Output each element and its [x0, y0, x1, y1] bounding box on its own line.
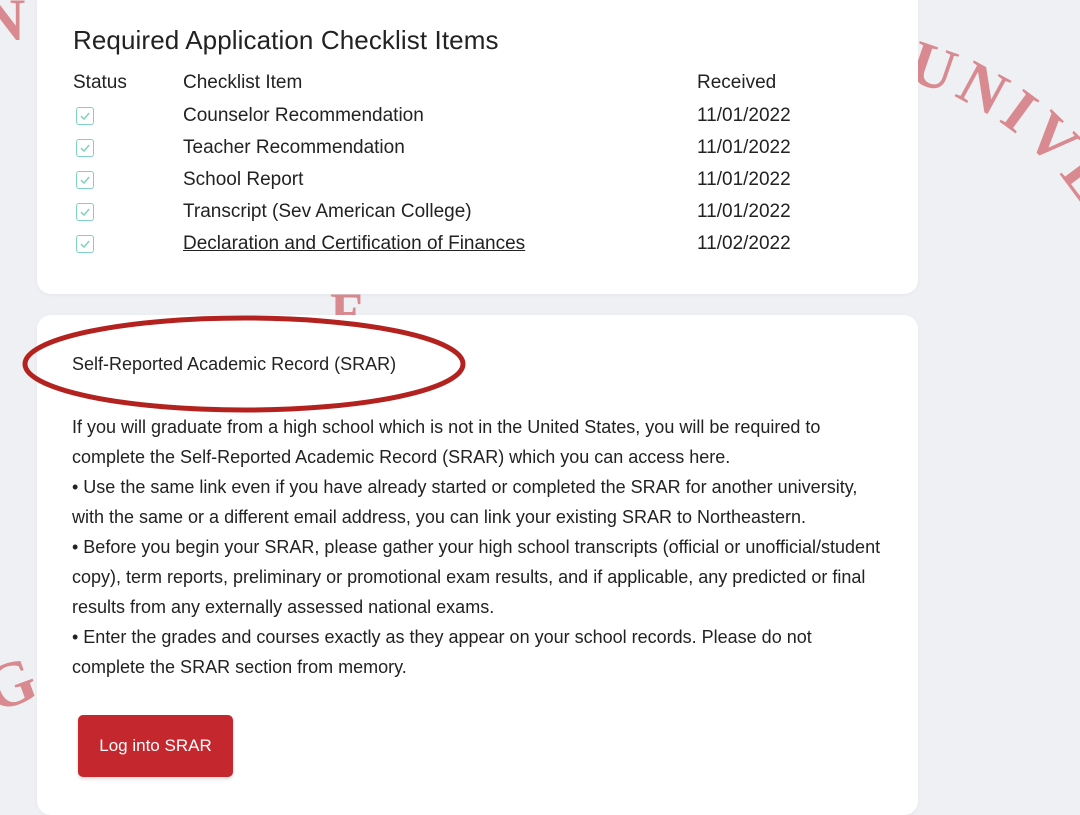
srar-heading: Self-Reported Academic Record (SRAR) — [72, 354, 397, 374]
status-column-header: Status — [73, 72, 127, 93]
received-date: 11/01/2022 — [697, 169, 791, 190]
checkbox-checked-icon — [76, 171, 94, 189]
srar-instructions: If you will graduate from a high school … — [72, 412, 887, 682]
checkbox-checked-icon — [76, 235, 94, 253]
checklist-row: Transcript (Sev American College) 11/01/… — [37, 201, 918, 233]
checklist-item-name: Counselor Recommendation — [183, 105, 424, 126]
checklist-row: School Report 11/01/2022 — [37, 169, 918, 201]
checkbox-checked-icon — [76, 107, 94, 125]
srar-bullet-gather-transcripts: • Before you begin your SRAR, please gat… — [72, 537, 881, 617]
log-into-srar-button[interactable]: Log into SRAR — [78, 715, 233, 777]
received-date: 11/01/2022 — [697, 137, 791, 158]
srar-intro-paragraph: If you will graduate from a high school … — [72, 417, 821, 467]
checklist-title: Required Application Checklist Items — [73, 25, 499, 55]
checklist-item-name: Teacher Recommendation — [183, 137, 405, 158]
srar-bullet-enter-grades: • Enter the grades and courses exactly a… — [72, 627, 812, 677]
checklist-item-name: Transcript (Sev American College) — [183, 201, 472, 222]
checklist-item-name: School Report — [183, 169, 304, 190]
declaration-finances-link[interactable]: Declaration and Certification of Finance… — [183, 233, 525, 255]
srar-bullet-same-link: • Use the same link even if you have alr… — [72, 477, 858, 527]
received-date: 11/02/2022 — [697, 233, 791, 254]
received-date: 11/01/2022 — [697, 201, 791, 222]
srar-card: Self-Reported Academic Record (SRAR) If … — [22, 315, 918, 815]
checkbox-checked-icon — [76, 139, 94, 157]
checklist-row: Counselor Recommendation 11/01/2022 — [37, 105, 918, 137]
received-column-header: Received — [697, 72, 777, 93]
checkbox-checked-icon — [76, 203, 94, 221]
seal-left-top-glyph: N — [0, 0, 25, 53]
seal-arc-text: UNIVERSITY — [901, 28, 1080, 428]
checklist-row: Declaration and Certification of Finance… — [37, 233, 918, 265]
checklist-item-column-header: Checklist Item — [183, 72, 303, 93]
checklist-row: Teacher Recommendation 11/01/2022 — [37, 137, 918, 169]
received-date: 11/01/2022 — [697, 105, 791, 126]
checklist-card: Required Application Checklist Items Sta… — [37, 0, 918, 294]
